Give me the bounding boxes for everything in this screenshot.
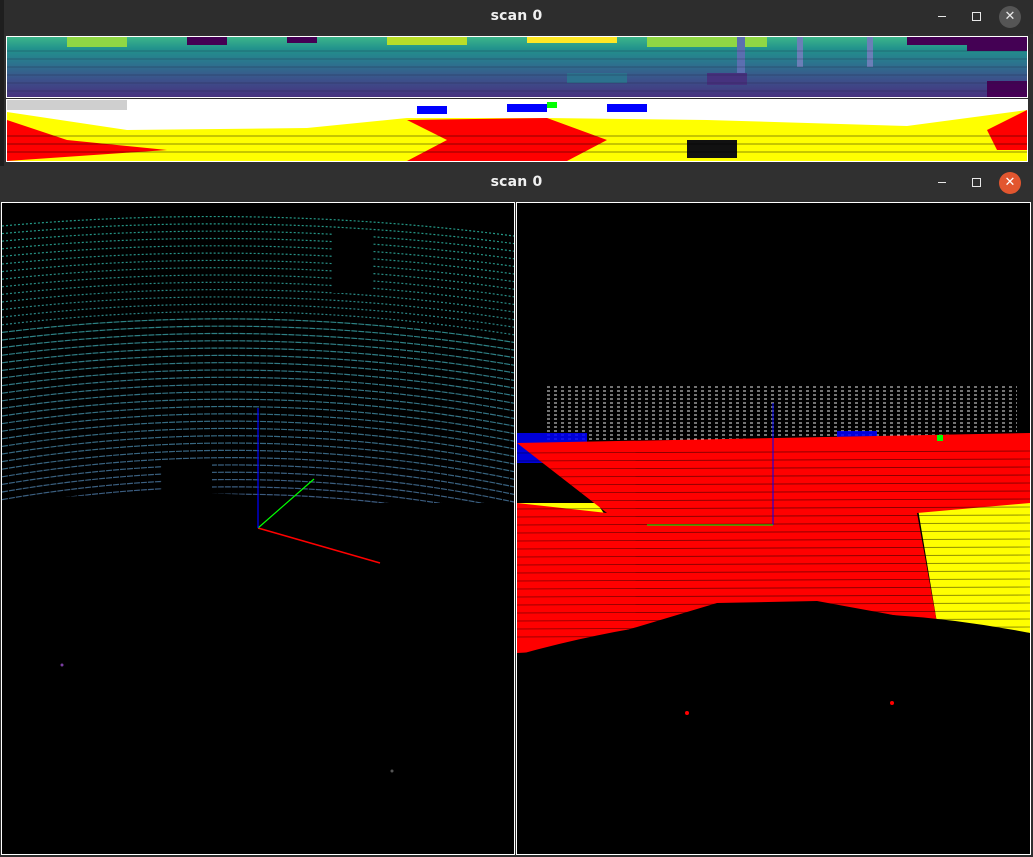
close-button[interactable]: ✕	[999, 172, 1021, 194]
close-icon: ✕	[1004, 9, 1016, 24]
close-icon: ✕	[1004, 175, 1016, 190]
titlebar[interactable]: scan 0 ✕	[0, 166, 1033, 200]
minimize-icon	[938, 181, 946, 184]
window-title: scan 0	[490, 8, 543, 24]
minimize-icon	[938, 15, 946, 18]
minimize-button[interactable]	[931, 172, 953, 194]
minimize-button[interactable]	[931, 6, 953, 28]
maximize-icon	[971, 12, 981, 21]
range-window: scan 0 ✕	[0, 0, 1033, 166]
maximize-button[interactable]	[965, 6, 987, 28]
range-image	[6, 36, 1028, 98]
titlebar[interactable]: scan 0 ✕	[0, 0, 1033, 34]
label-image	[6, 99, 1028, 162]
close-button[interactable]: ✕	[999, 6, 1021, 28]
pointcloud-label-view[interactable]	[516, 202, 1031, 855]
maximize-button[interactable]	[965, 172, 987, 194]
pointcloud-range-view[interactable]	[1, 202, 515, 855]
maximize-icon	[971, 178, 981, 187]
window-title: scan 0	[490, 174, 543, 190]
desktop-edge	[0, 0, 4, 166]
